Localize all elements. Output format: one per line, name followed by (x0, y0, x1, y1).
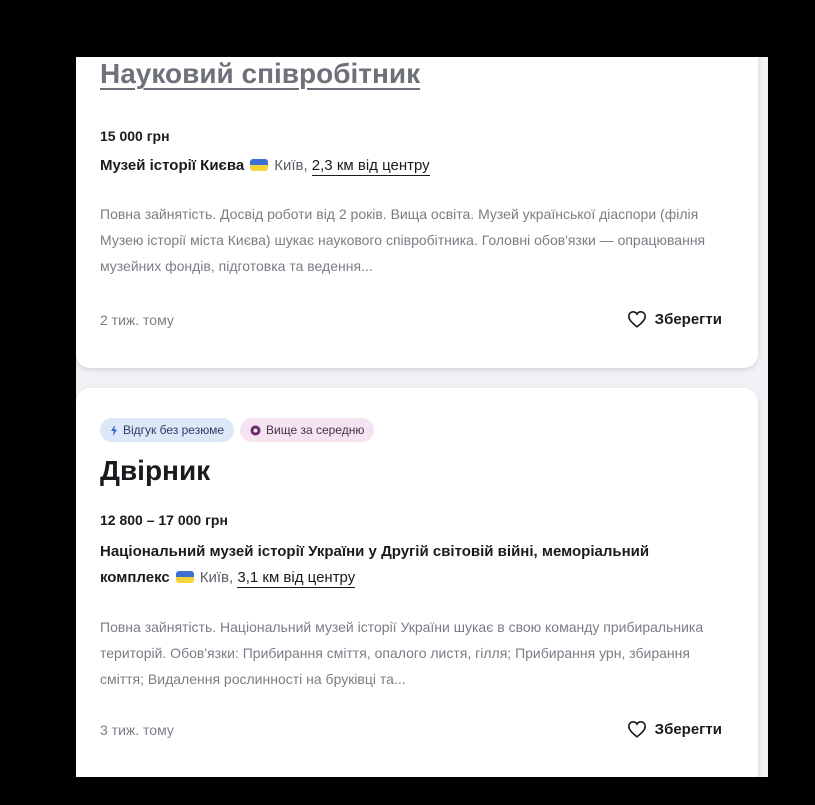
vacancy-card[interactable]: Відгук без резюме Вище за середню Двірни… (76, 388, 758, 777)
distance-link[interactable]: 2,3 км від центру (311, 157, 430, 176)
tag-list: Відгук без резюме Вище за середню (100, 418, 375, 442)
tag-label: Вище за середню (266, 423, 365, 437)
vacancy-description: Повна зайнятість. Досвід роботи від 2 ро… (100, 206, 706, 274)
heart-outline-icon (627, 720, 646, 738)
save-label: Зберегти (654, 720, 722, 738)
save-button[interactable]: Зберегти (627, 720, 722, 738)
save-label: Зберегти (654, 310, 722, 328)
company-line: Національний музей історії України у Дру… (100, 539, 720, 591)
vacancy-card[interactable]: Науковий співробітник 15 000 грн Музей і… (76, 57, 758, 368)
save-button[interactable]: Зберегти (627, 310, 722, 328)
tag-above-average: Вище за середню (240, 418, 375, 442)
city: Київ, (199, 569, 234, 586)
coin-icon (250, 425, 261, 435)
heart-outline-icon (627, 310, 646, 328)
posted-date: 3 тиж. тому (100, 722, 174, 738)
vacancy-list: Науковий співробітник 15 000 грн Музей і… (76, 57, 768, 777)
lightning-icon (111, 424, 117, 436)
ukraine-flag-icon (250, 159, 269, 171)
distance-link[interactable]: 3,1 км від центру (237, 569, 356, 588)
vacancy-title[interactable]: Двірник (100, 454, 210, 488)
vacancy-title[interactable]: Науковий співробітник (100, 57, 420, 91)
company-name: Музей історії Києва (100, 157, 245, 174)
vacancy-salary: 15 000 грн (100, 128, 170, 144)
vacancy-description: Повна зайнятість. Національний музей іст… (100, 619, 704, 687)
tag-label: Відгук без резюме (123, 423, 224, 437)
vacancy-salary: 12 800 – 17 000 грн (100, 512, 228, 528)
posted-date: 2 тиж. тому (100, 312, 174, 328)
company-line: Музей історії Києва Київ, 2,3 км від цент… (100, 153, 720, 179)
tag-no-resume: Відгук без резюме (100, 418, 234, 442)
city: Київ, (274, 157, 308, 174)
ukraine-flag-icon (175, 571, 194, 583)
